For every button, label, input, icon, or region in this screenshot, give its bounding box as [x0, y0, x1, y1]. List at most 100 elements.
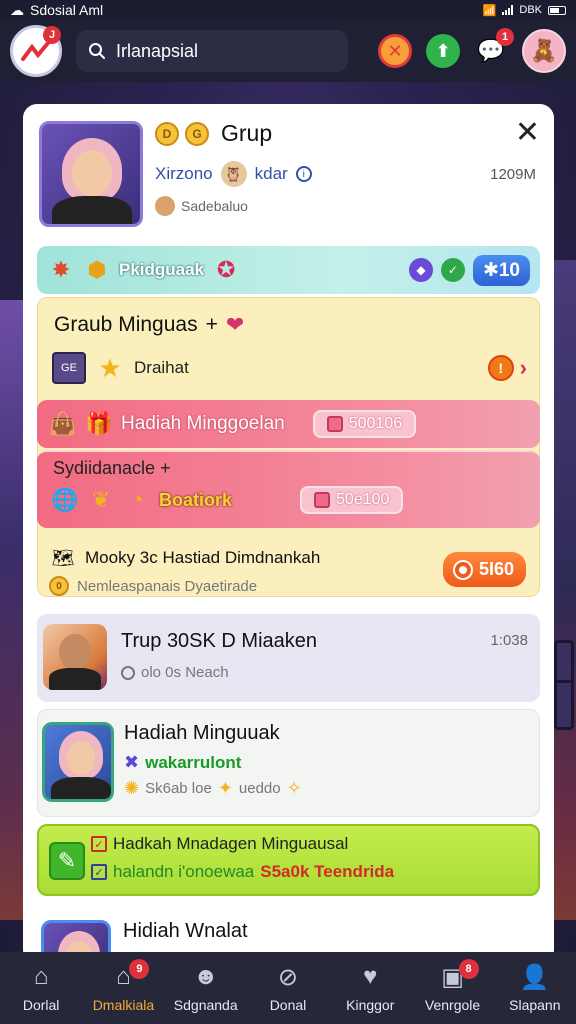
play-icon	[326, 416, 343, 432]
wing-icon: ❦	[91, 487, 111, 512]
nav-badge: 9	[129, 959, 150, 979]
status-ring-icon	[121, 665, 135, 680]
star-icon: ★	[98, 352, 122, 383]
item-thumbnail	[43, 624, 107, 690]
diamond-icon[interactable]: ◆	[408, 258, 433, 282]
item-title: Hidiah Wnalat	[123, 920, 248, 942]
alert-icon: !	[487, 355, 514, 381]
profile-avatar[interactable]: 🧸	[522, 29, 566, 73]
task-sub: Nemleaspanais Dyaetirade	[77, 577, 258, 595]
bonus-pill-label: 50e100	[336, 491, 390, 508]
chat-icon[interactable]: 💬 1	[474, 28, 514, 68]
panel-title-suffix: +	[205, 313, 218, 336]
search-input[interactable]	[116, 40, 336, 62]
battery-label: DBK	[519, 4, 542, 16]
heart-icon: ❤	[225, 312, 245, 337]
search-bar[interactable]	[76, 30, 348, 72]
nav-item-heart[interactable]: ♥ Kinggor	[330, 963, 410, 1013]
record-icon	[454, 561, 471, 578]
panel-row-label: Draihat	[134, 358, 189, 377]
heart-icon: ♥	[363, 963, 378, 990]
search-icon	[89, 43, 105, 59]
group-avatar[interactable]	[39, 121, 143, 227]
signal-icon	[502, 5, 514, 15]
task-title: Mooky 3c Hastiad Dimdnankah	[85, 548, 321, 567]
item-line2-b: S5a0k Teendrida	[260, 862, 395, 881]
item-time: 1:038	[490, 632, 528, 649]
nav-label: Donal	[269, 997, 307, 1013]
home-icon: ⌂	[33, 963, 49, 990]
header-time: 1209M	[490, 166, 536, 183]
play-icon	[314, 492, 331, 508]
game-chip: GE	[52, 352, 86, 384]
nav-item-gallery[interactable]: ▣ 8 Venrgole	[413, 959, 493, 1013]
item-accent: wakarrulont	[145, 752, 242, 772]
coin-icon: D	[155, 121, 179, 146]
item-sub-a: Sk6ab loe	[145, 780, 212, 797]
close-button[interactable]: ✕	[515, 118, 540, 148]
gift-icon: 🎁	[85, 411, 113, 436]
nav-label: Dmalkiala	[92, 997, 155, 1013]
info-icon[interactable]: i	[295, 166, 312, 182]
status-bar: ☁ Sdosial Aml 📶 DBK	[0, 0, 576, 20]
chevron-right-icon[interactable]: ›	[520, 355, 527, 381]
profile-icon: 👤	[519, 963, 550, 991]
check-icon[interactable]: ✓	[440, 258, 465, 282]
nav-item-profile[interactable]: 👤 Slapann	[495, 963, 575, 1014]
list-item[interactable]: ✎ ✓ Hadkah Mnadagen Minguausal ✓ halandn…	[37, 824, 540, 896]
battery-icon	[548, 5, 566, 15]
nav-item-store[interactable]: ⌂ 9 Dmalkiala	[83, 959, 163, 1013]
nav-label: Venrgole	[424, 997, 481, 1013]
promo-row[interactable]: ✸ ⬢ Pkidguaak ✪ ◆ ✓ ✱10	[37, 246, 540, 294]
app-logo[interactable]: J	[10, 25, 62, 77]
item-title: Hadiah Minguuak	[124, 722, 280, 744]
item-sub: olo 0s Neach	[141, 664, 229, 681]
flame-star-icon: ✸	[51, 257, 71, 282]
cross-icon: ✖	[124, 752, 140, 772]
nav-label: Kinggor	[346, 997, 395, 1013]
nav-item-people[interactable]: ☻ Sdgnanda	[166, 963, 246, 1013]
task-pill-label: 5I60	[478, 559, 514, 579]
subtitle-a: Xirzono	[155, 164, 213, 183]
checkbox-icon[interactable]: ✓	[91, 864, 107, 880]
chat-badge: 1	[496, 28, 514, 46]
header-meta: Sadebaluo	[181, 198, 248, 214]
checkbox-icon[interactable]: ✓	[91, 836, 107, 852]
nav-item-search[interactable]: ⊘ Donal	[248, 963, 328, 1014]
nav-label: Sdgnanda	[173, 997, 238, 1013]
bonus-row[interactable]: Sydiidanacle + 🌐 ❦ ◔ Boatiork 50e100	[37, 450, 540, 528]
task-pill[interactable]: 5I60	[442, 552, 526, 587]
bag-icon: 👜	[49, 411, 77, 436]
list-item[interactable]: Trup 30SK D Miaaken 1:038 olo 0s Neach	[37, 614, 540, 702]
panel-title: Graub Minguas	[54, 313, 198, 336]
clock-icon: ◔	[130, 487, 144, 512]
star-badge-icon: ✪	[216, 257, 236, 282]
reward-row[interactable]: 👜 🎁 Hadiah Minggoelan 500106	[37, 400, 540, 448]
bonus-title: Sydiidanacle	[53, 458, 156, 478]
app-status-icon: ☁	[10, 1, 24, 18]
list-item[interactable]: Hadiah Minguuak ✖ wakarrulont ✺ Sk6ab lo…	[37, 709, 540, 817]
star-icon: ✦	[217, 778, 233, 798]
item-sub-b: ueddo	[238, 780, 281, 797]
check-icon: ✎	[49, 842, 85, 880]
coin-icon: G	[185, 121, 209, 146]
wifi-icon: 📶	[482, 4, 497, 17]
nav-item-home[interactable]: ⌂ Dorlal	[1, 963, 81, 1013]
star-icon: ✺	[124, 778, 140, 798]
boost-pill[interactable]: ✱10	[472, 254, 530, 286]
block-icon[interactable]: ✕	[378, 34, 412, 68]
bonus-label: Boatiork	[159, 489, 233, 510]
promo-label: Pkidguaak	[119, 260, 205, 279]
nav-label: Slapann	[509, 997, 561, 1013]
bonus-pill[interactable]: 50e100	[300, 486, 404, 514]
coin-icon: 0	[49, 576, 69, 596]
upload-icon[interactable]: ⬆	[426, 34, 460, 68]
owl-icon: 🦉	[220, 161, 247, 187]
people-icon: ☻	[193, 963, 219, 990]
panel-row[interactable]: GE ★ Draihat ! ›	[52, 352, 527, 384]
reward-label: Hadiah Minggoelan	[121, 413, 285, 434]
top-app-bar: J ✕ ⬆ 💬 1 🧸	[0, 20, 576, 82]
status-title: Sdosial Aml	[30, 2, 104, 18]
reward-pill[interactable]: 500106	[312, 410, 417, 438]
search-icon: ⊘	[277, 963, 299, 991]
